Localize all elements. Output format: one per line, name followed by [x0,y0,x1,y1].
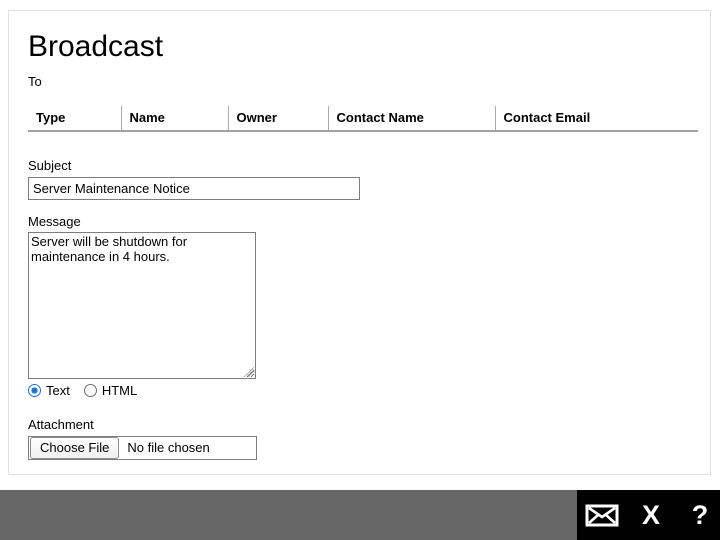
help-icon: ? [691,499,709,530]
choose-file-button[interactable]: Choose File [30,436,120,459]
subject-label: Subject [28,157,72,173]
page-title: Broadcast [28,30,164,63]
broadcast-panel: Broadcast To Type Name Owner Contact Nam… [8,10,711,475]
text-radio[interactable] [28,383,41,397]
format-option-text: Text [28,383,70,398]
recipients-header-row: Type Name Owner Contact Name Contact Ema… [28,105,698,131]
to-label: To [28,73,42,89]
column-header-contact-name: Contact Name [327,105,495,131]
message-label: Message [28,213,81,229]
attachment-file-input[interactable]: Choose File No file chosen [28,435,257,460]
attachment-label: Attachment [28,416,94,432]
action-icon-tray: X ? [577,490,720,540]
format-options-row: Text HTML [28,383,691,398]
mail-icon [585,504,619,526]
column-header-contact-email: Contact Email [494,105,698,131]
close-icon: X [641,499,660,530]
file-chosen-status: No file chosen [127,440,210,455]
help-button[interactable]: ? [682,497,718,533]
message-input[interactable]: Server will be shutdown for maintenance … [28,231,256,379]
send-broadcast-button[interactable] [584,497,620,533]
subject-input[interactable] [28,176,360,200]
text-radio-label: Text [46,382,70,398]
column-header-type: Type [36,109,66,125]
html-radio-label: HTML [101,382,138,398]
close-button[interactable]: X [633,497,669,533]
column-header-name: Name [120,105,228,131]
status-bar: X ? [0,490,720,540]
format-option-html: HTML [83,382,138,398]
html-radio[interactable] [83,383,97,397]
recipients-table: Type Name Owner Contact Name Contact Ema… [28,105,698,132]
column-header-owner: Owner [227,105,328,131]
